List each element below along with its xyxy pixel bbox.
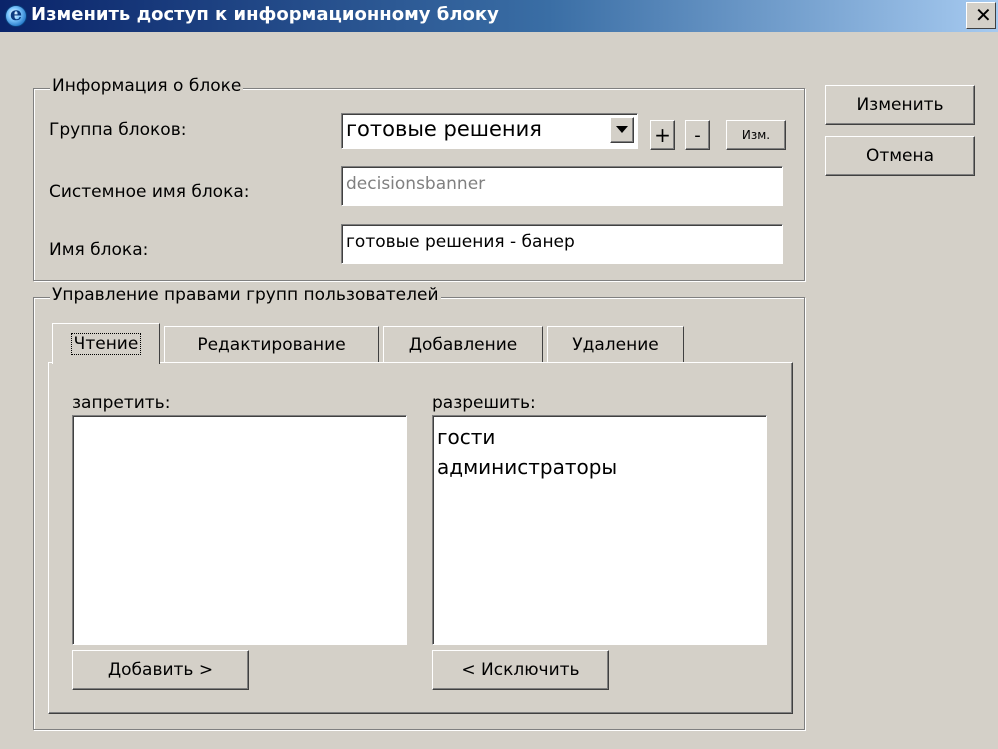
dropdown-arrow-icon[interactable] bbox=[610, 117, 634, 143]
allow-listbox[interactable]: гости администраторы bbox=[432, 415, 767, 645]
tab-delete[interactable]: Удаление bbox=[547, 326, 684, 362]
group-select[interactable]: готовые решения bbox=[341, 113, 638, 149]
remove-group-button[interactable]: - bbox=[685, 120, 710, 150]
name-value: готовые решения - банер bbox=[346, 232, 575, 252]
allow-label: разрешить: bbox=[432, 393, 536, 413]
sysname-label: Системное имя блока: bbox=[49, 182, 250, 202]
group-select-value: готовые решения bbox=[346, 117, 542, 141]
tab-add-label: Добавление bbox=[408, 334, 518, 355]
exclude-button-label: < Исключить bbox=[461, 660, 580, 680]
ok-button[interactable]: Изменить bbox=[825, 85, 975, 125]
remove-group-label: - bbox=[694, 124, 701, 146]
name-field[interactable]: готовые решения - банер bbox=[341, 224, 783, 264]
exclude-button[interactable]: < Исключить bbox=[432, 650, 609, 690]
deny-listbox[interactable] bbox=[72, 415, 407, 645]
window-title: Изменить доступ к информационному блоку bbox=[31, 4, 499, 25]
edit-group-button[interactable]: Изм. bbox=[726, 120, 786, 150]
tab-read[interactable]: Чтение bbox=[52, 323, 160, 364]
add-group-label: + bbox=[654, 123, 671, 147]
edit-group-label: Изм. bbox=[741, 128, 771, 142]
block-info-legend: Информация о блоке bbox=[50, 76, 244, 96]
deny-label: запретить: bbox=[72, 393, 171, 413]
list-item[interactable]: гости bbox=[437, 422, 762, 452]
sysname-field[interactable]: decisionsbanner bbox=[341, 166, 783, 206]
cancel-button[interactable]: Отмена bbox=[825, 136, 975, 176]
rights-legend: Управление правами групп пользователей bbox=[50, 285, 441, 305]
close-button[interactable]: ✕ bbox=[966, 2, 996, 29]
tab-add[interactable]: Добавление bbox=[383, 326, 543, 362]
ie-globe-icon: e bbox=[5, 3, 27, 27]
close-icon: ✕ bbox=[975, 3, 992, 27]
name-label: Имя блока: bbox=[49, 240, 149, 260]
add-button-label: Добавить > bbox=[107, 660, 214, 680]
add-group-button[interactable]: + bbox=[650, 120, 675, 150]
tab-edit-label: Редактирование bbox=[197, 334, 346, 355]
tab-delete-label: Удаление bbox=[572, 334, 659, 355]
ok-button-label: Изменить bbox=[856, 95, 944, 115]
tab-read-label: Чтение bbox=[70, 333, 142, 355]
add-button[interactable]: Добавить > bbox=[72, 650, 249, 690]
list-item[interactable]: администраторы bbox=[437, 452, 762, 482]
sysname-value: decisionsbanner bbox=[346, 174, 486, 194]
title-bar: e Изменить доступ к информационному блок… bbox=[0, 0, 998, 32]
group-label: Группа блоков: bbox=[49, 120, 187, 140]
tab-edit[interactable]: Редактирование bbox=[164, 326, 379, 362]
cancel-button-label: Отмена bbox=[865, 146, 935, 166]
